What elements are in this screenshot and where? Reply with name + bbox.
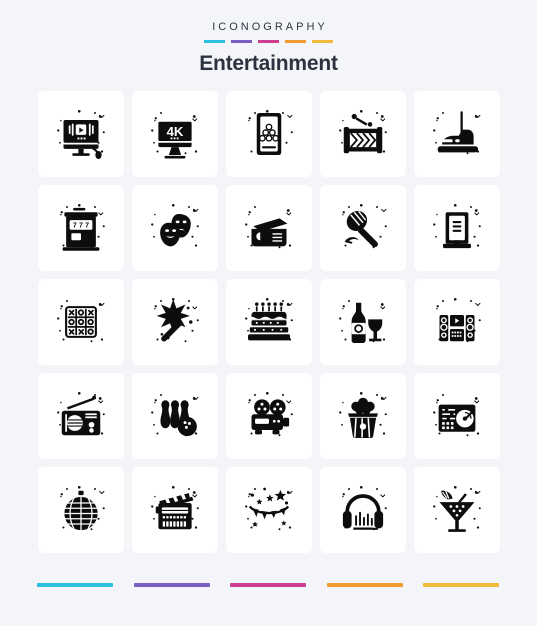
svg-text:4K: 4K — [166, 124, 183, 139]
icon-card[interactable] — [131, 373, 218, 460]
home-theater-icon — [435, 298, 481, 343]
icon-card[interactable] — [131, 279, 218, 366]
party-bunting-icon — [244, 487, 292, 531]
icon-card[interactable] — [319, 467, 406, 554]
disco-ball-icon — [59, 486, 105, 531]
rule-magenta — [258, 40, 279, 43]
bowling-icon — [150, 394, 198, 437]
icon-card[interactable] — [413, 279, 500, 366]
cake-icon — [244, 298, 293, 341]
icon-card[interactable] — [37, 373, 124, 460]
popcorn-icon — [338, 392, 387, 439]
icon-card[interactable] — [225, 185, 312, 272]
film-projector-icon — [247, 392, 293, 437]
radio-icon — [56, 392, 105, 436]
drum-icon — [338, 110, 387, 154]
tickets-icon — [244, 206, 291, 249]
icon-card[interactable]: 4K — [131, 91, 218, 178]
page-title: Entertainment — [199, 52, 338, 75]
page-header: ICONOGRAPHY Entertainment — [0, 0, 537, 76]
rule-purple — [231, 40, 252, 43]
icon-card[interactable] — [319, 279, 406, 366]
clapperboard-icon — [150, 486, 199, 530]
kicker-text: ICONOGRAPHY — [212, 21, 328, 33]
footer-bar-purple — [133, 583, 210, 587]
icon-card[interactable] — [225, 91, 312, 178]
accent-rule-row — [0, 40, 537, 43]
icon-pack-page: ICONOGRAPHY Entertainment 4K 777 — [0, 0, 537, 626]
icon-card[interactable] — [319, 91, 406, 178]
magic-wand-icon — [153, 298, 199, 343]
svg-text:7: 7 — [85, 223, 89, 230]
svg-text:7: 7 — [72, 223, 76, 230]
icon-card[interactable] — [225, 467, 312, 554]
monitor-play-icon — [56, 110, 105, 160]
icon-card[interactable]: 777 — [37, 185, 124, 272]
cocktail-icon — [432, 486, 481, 532]
icon-card[interactable] — [413, 467, 500, 554]
icon-card[interactable] — [131, 467, 218, 554]
icon-card[interactable] — [319, 185, 406, 272]
icon-card[interactable] — [37, 467, 124, 554]
slot-machine-icon: 777 — [59, 204, 105, 251]
icon-grid: 4K 777 — [37, 91, 500, 554]
footer-bar-orange — [326, 583, 403, 587]
bumper-car-icon — [432, 111, 480, 155]
dj-turntable-icon — [432, 394, 479, 437]
icon-card[interactable] — [225, 279, 312, 366]
icon-card[interactable] — [319, 373, 406, 460]
footer-bar-row — [37, 583, 499, 587]
microphone-icon — [341, 204, 387, 249]
monitor-4k-icon: 4K — [150, 112, 197, 159]
icon-card[interactable] — [413, 91, 500, 178]
footer-bar-cyan — [37, 583, 113, 587]
rule-cyan — [204, 40, 225, 43]
rule-orange — [285, 40, 306, 43]
icon-card[interactable] — [37, 91, 124, 178]
icon-card[interactable] — [225, 373, 312, 460]
wine-bottle-glass-icon — [338, 300, 385, 344]
svg-text:7: 7 — [79, 223, 83, 230]
theater-masks-icon — [150, 204, 199, 247]
icon-card[interactable] — [413, 185, 500, 272]
book-icon — [432, 204, 481, 249]
icon-card[interactable] — [131, 185, 218, 272]
rule-yellow — [312, 40, 333, 43]
billiards-table-icon — [247, 110, 293, 156]
icon-card[interactable] — [37, 279, 124, 366]
footer-bar-yellow — [423, 583, 499, 587]
headphones-icon — [341, 486, 387, 531]
icon-card[interactable] — [413, 373, 500, 460]
tic-tac-toe-icon — [56, 300, 104, 343]
footer-bar-magenta — [230, 583, 306, 587]
